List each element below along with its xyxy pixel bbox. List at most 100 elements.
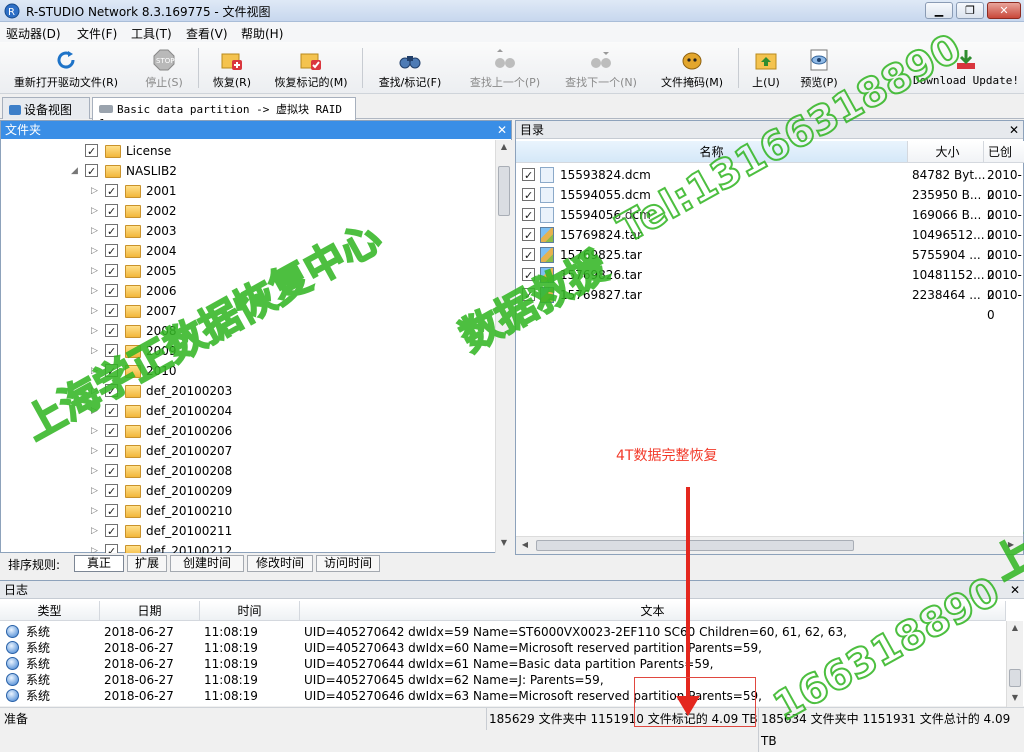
stop-button[interactable]: STOP 停止(S) [140, 44, 188, 92]
expand-icon[interactable]: ▷ [91, 301, 101, 321]
preview-button[interactable]: 预览(P) [796, 44, 842, 92]
file-mask-button[interactable]: 文件掩码(M) [656, 44, 728, 92]
expand-icon[interactable]: ▷ [91, 221, 101, 241]
tree-item[interactable]: ▷ def_20100208 [91, 461, 491, 482]
checkbox[interactable] [105, 362, 118, 382]
expand-icon[interactable]: ▷ [91, 421, 101, 441]
column-header-name[interactable]: 名称 [516, 141, 908, 163]
checkbox[interactable] [105, 502, 118, 522]
sort-button[interactable]: 修改时间 [247, 555, 313, 572]
download-update-button[interactable]: Download Update! [912, 44, 1020, 92]
expand-icon[interactable]: ▷ [91, 281, 101, 301]
menu-tools[interactable]: 工具(T) [131, 25, 172, 42]
tree-item[interactable]: ▷ 2007 [91, 301, 491, 322]
scroll-thumb[interactable] [1009, 669, 1021, 687]
log-row[interactable]: 系统 2018-06-27 11:08:19 UID=405270644 dwIdx=… [0, 656, 1006, 672]
checkbox[interactable] [85, 142, 98, 162]
column-header-size[interactable]: 大小 [908, 141, 984, 163]
checkbox[interactable] [105, 302, 118, 322]
file-row[interactable]: 15594056.dcm169066 B...2010-0 [520, 205, 1022, 242]
log-column-time[interactable]: 时间 [200, 601, 300, 621]
close-icon[interactable]: ✕ [497, 121, 507, 139]
file-row[interactable]: 15594055.dcm235950 B...2010-0 [520, 185, 1022, 222]
log-column-type[interactable]: 类型 [0, 601, 100, 621]
scroll-right-icon[interactable]: ▶ [1004, 540, 1018, 549]
checkbox[interactable] [105, 442, 118, 462]
close-icon[interactable]: ✕ [1009, 121, 1019, 139]
up-button[interactable]: 上(U) [746, 44, 786, 92]
checkbox[interactable] [522, 206, 535, 226]
checkbox[interactable] [105, 182, 118, 202]
checkbox[interactable] [522, 186, 535, 206]
menu-file[interactable]: 文件(F) [77, 25, 117, 42]
checkbox[interactable] [522, 286, 535, 306]
file-row[interactable]: 15769826.tar10481152...2010-0 [520, 265, 1022, 302]
tree-item[interactable]: ▷ 2006 [91, 281, 491, 302]
expand-icon[interactable]: ▷ [91, 461, 101, 481]
expand-icon[interactable]: ▷ [91, 341, 101, 361]
tree-item[interactable]: ▷ 2002 [91, 201, 491, 222]
expand-icon[interactable]: ▷ [91, 501, 101, 521]
scroll-up-icon[interactable]: ▲ [1008, 623, 1022, 632]
close-icon[interactable]: ✕ [1010, 581, 1020, 599]
file-row[interactable]: 15593824.dcm84782 Byt...2010-0 [520, 165, 1022, 202]
checkbox[interactable] [105, 222, 118, 242]
tab-device-view[interactable]: 设备视图 [2, 97, 90, 119]
menu-drives[interactable]: 驱动器(D) [6, 25, 61, 42]
tree-item[interactable]: ▷ def_20100207 [91, 441, 491, 462]
recover-button[interactable]: 恢复(R) [206, 44, 258, 92]
checkbox[interactable] [85, 162, 98, 182]
tree-item[interactable]: ▷ 2009 [91, 341, 491, 362]
close-button[interactable]: ✕ [987, 2, 1021, 19]
sort-button[interactable]: 真正 [74, 555, 124, 572]
checkbox[interactable] [105, 522, 118, 542]
log-column-date[interactable]: 日期 [100, 601, 200, 621]
checkbox[interactable] [105, 422, 118, 442]
scroll-left-icon[interactable]: ◀ [518, 540, 532, 549]
tree-item[interactable]: ▷ def_20100209 [91, 481, 491, 502]
log-row[interactable]: 系统 2018-06-27 11:08:19 UID=405270643 dwIdx=… [0, 640, 1006, 656]
expand-icon[interactable]: ▷ [91, 261, 101, 281]
sort-button[interactable]: 访问时间 [316, 555, 380, 572]
checkbox[interactable] [522, 226, 535, 246]
find-previous-button[interactable]: 查找上一个(P) [462, 44, 548, 92]
log-row[interactable]: 系统 2018-06-27 11:08:19 UID=405270645 dwIdx=… [0, 672, 1006, 688]
recover-marked-button[interactable]: 恢复标记的(M) [268, 44, 354, 92]
tree-item[interactable]: ▷ def_20100204 [91, 401, 491, 422]
tree-item[interactable]: ▷ def_20100206 [91, 421, 491, 442]
tree-item[interactable]: ▷ 2008 [91, 321, 491, 342]
tree-item[interactable]: ▷ 2010 [91, 361, 491, 382]
reopen-drive-files-button[interactable]: 重新打开驱动文件(R) [6, 44, 126, 92]
find-next-button[interactable]: 查找下一个(N) [558, 44, 644, 92]
maximize-button[interactable]: ❐ [956, 2, 984, 19]
expand-icon[interactable]: ▷ [91, 201, 101, 221]
tree-item[interactable]: ◢ NASLIB2 [71, 161, 491, 182]
checkbox[interactable] [105, 382, 118, 402]
expand-icon[interactable]: ▷ [91, 401, 101, 421]
expand-icon[interactable]: ▷ [91, 181, 101, 201]
tree-item[interactable]: ▷ def_20100203 [91, 381, 491, 402]
file-row[interactable]: 15769825.tar5755904 ...2010-0 [520, 245, 1022, 282]
tree-item[interactable]: ▷ 2003 [91, 221, 491, 242]
tab-partition-view[interactable]: Basic data partition -> 虚拟块 RAID 1 [92, 97, 356, 130]
expand-icon[interactable]: ▷ [91, 521, 101, 541]
tree-item[interactable]: License [71, 141, 491, 162]
checkbox[interactable] [105, 482, 118, 502]
scroll-down-icon[interactable]: ▼ [1008, 693, 1022, 702]
checkbox[interactable] [105, 262, 118, 282]
checkbox[interactable] [105, 402, 118, 422]
file-list-hscrollbar[interactable]: ◀ ▶ [516, 536, 1023, 554]
tree-item[interactable]: ▷ 2004 [91, 241, 491, 262]
expand-icon[interactable]: ▷ [91, 381, 101, 401]
tree-item[interactable]: ▷ 2005 [91, 261, 491, 282]
tree-item[interactable]: ▷ def_20100210 [91, 501, 491, 522]
sort-button[interactable]: 扩展 [127, 555, 167, 572]
expand-icon[interactable]: ▷ [91, 241, 101, 261]
find-mark-button[interactable]: 查找/标记(F) [370, 44, 450, 92]
checkbox[interactable] [522, 266, 535, 286]
sort-button[interactable]: 创建时间 [170, 555, 244, 572]
checkbox[interactable] [105, 282, 118, 302]
file-row[interactable]: 15769827.tar 2238464 ... 2010-0 [520, 285, 1022, 322]
checkbox[interactable] [105, 342, 118, 362]
checkbox[interactable] [522, 166, 535, 186]
